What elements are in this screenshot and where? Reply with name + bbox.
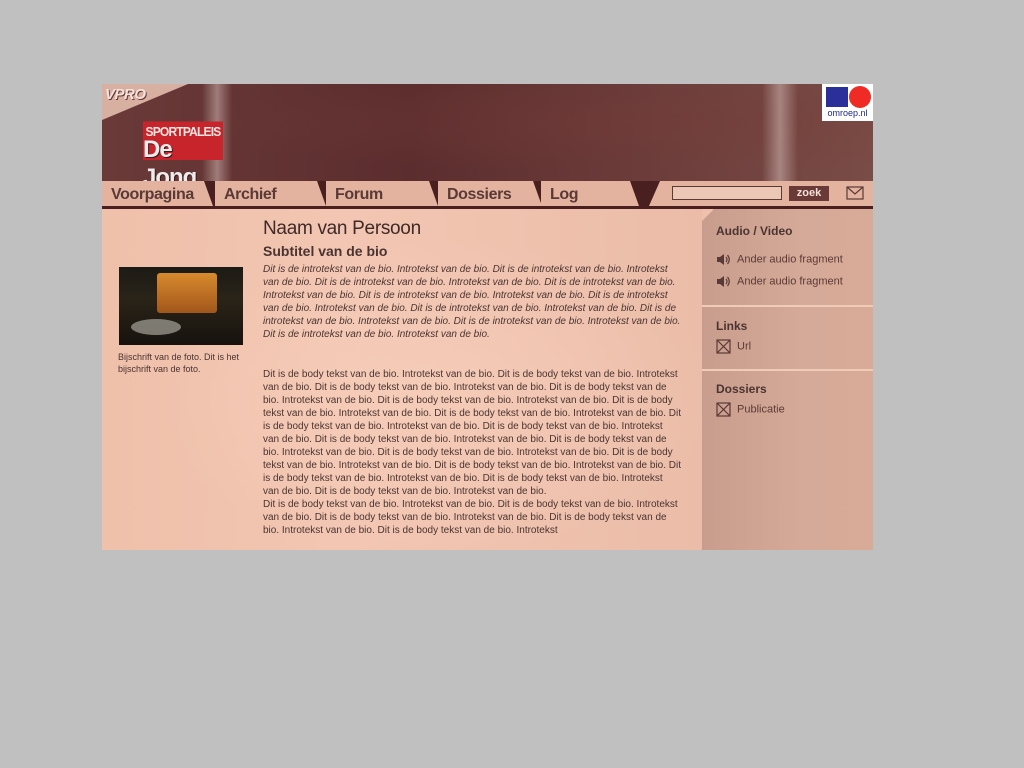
- url-link[interactable]: Url: [716, 339, 751, 354]
- audio-fragment-label: Ander audio fragment: [737, 275, 843, 288]
- site-frame: VPRO SPORTPALEIS De Jong omroep.nl Voorp…: [102, 84, 873, 550]
- header-banner: VPRO SPORTPALEIS De Jong omroep.nl: [102, 84, 873, 191]
- search-area: zoek: [649, 181, 873, 206]
- omroep-dot-icon: [849, 86, 871, 108]
- speaker-icon: [717, 254, 730, 265]
- tab-log[interactable]: Log: [541, 181, 639, 206]
- section-divider: [702, 305, 873, 307]
- page-subtitle: Subtitel van de bio: [263, 243, 388, 259]
- header-decoration: [762, 84, 798, 181]
- section-title-links: Links: [716, 319, 748, 333]
- vpro-logo[interactable]: VPRO: [105, 86, 146, 103]
- main-content: Bijschrift van de foto. Dit is het bijsc…: [102, 209, 702, 550]
- publicatie-label: Publicatie: [737, 403, 785, 416]
- photo-highlight: [131, 319, 181, 335]
- search-button[interactable]: zoek: [789, 186, 829, 201]
- speaker-icon: [717, 276, 730, 287]
- section-title-dossiers: Dossiers: [716, 382, 767, 396]
- photo-subject: [157, 273, 217, 313]
- publicatie-link[interactable]: Publicatie: [716, 402, 785, 417]
- url-label: Url: [737, 340, 752, 353]
- link-box-icon: [716, 339, 731, 354]
- section-title-audio-video: Audio / Video: [716, 224, 793, 238]
- intro-text: Dit is de introtekst van de bio. Introte…: [263, 264, 681, 340]
- sportpaleis-logo[interactable]: SPORTPALEIS De Jong: [143, 121, 223, 191]
- page-title: Naam van Persoon: [263, 218, 421, 239]
- omroep-label: omroep.nl: [827, 108, 868, 118]
- sidebar-notch: [702, 209, 714, 221]
- photo-caption: Bijschrift van de foto. Dit is het bijsc…: [118, 352, 240, 374]
- audio-fragment-link[interactable]: Ander audio fragment: [716, 252, 843, 267]
- sidebar: Audio / Video Ander audio fragment Ander…: [702, 209, 873, 550]
- section-divider: [702, 369, 873, 371]
- link-box-icon: [716, 402, 731, 417]
- tab-forum[interactable]: Forum: [326, 181, 438, 206]
- tab-dossiers[interactable]: Dossiers: [438, 181, 542, 206]
- bio-photo: [119, 267, 243, 345]
- search-input[interactable]: [672, 186, 782, 200]
- main-navigation: Voorpagina Archief Forum Dossiers Log zo…: [102, 181, 873, 209]
- omroep-logo[interactable]: omroep.nl: [822, 84, 873, 121]
- body-text: Dit is de body tekst van de bio. Introte…: [263, 369, 682, 536]
- audio-fragment-link[interactable]: Ander audio fragment: [716, 274, 843, 289]
- tab-archief[interactable]: Archief: [215, 181, 326, 206]
- mail-icon[interactable]: [846, 186, 864, 200]
- omroep-square-icon: [826, 87, 848, 107]
- tab-voorpagina[interactable]: Voorpagina: [102, 181, 213, 206]
- audio-fragment-label: Ander audio fragment: [737, 253, 843, 266]
